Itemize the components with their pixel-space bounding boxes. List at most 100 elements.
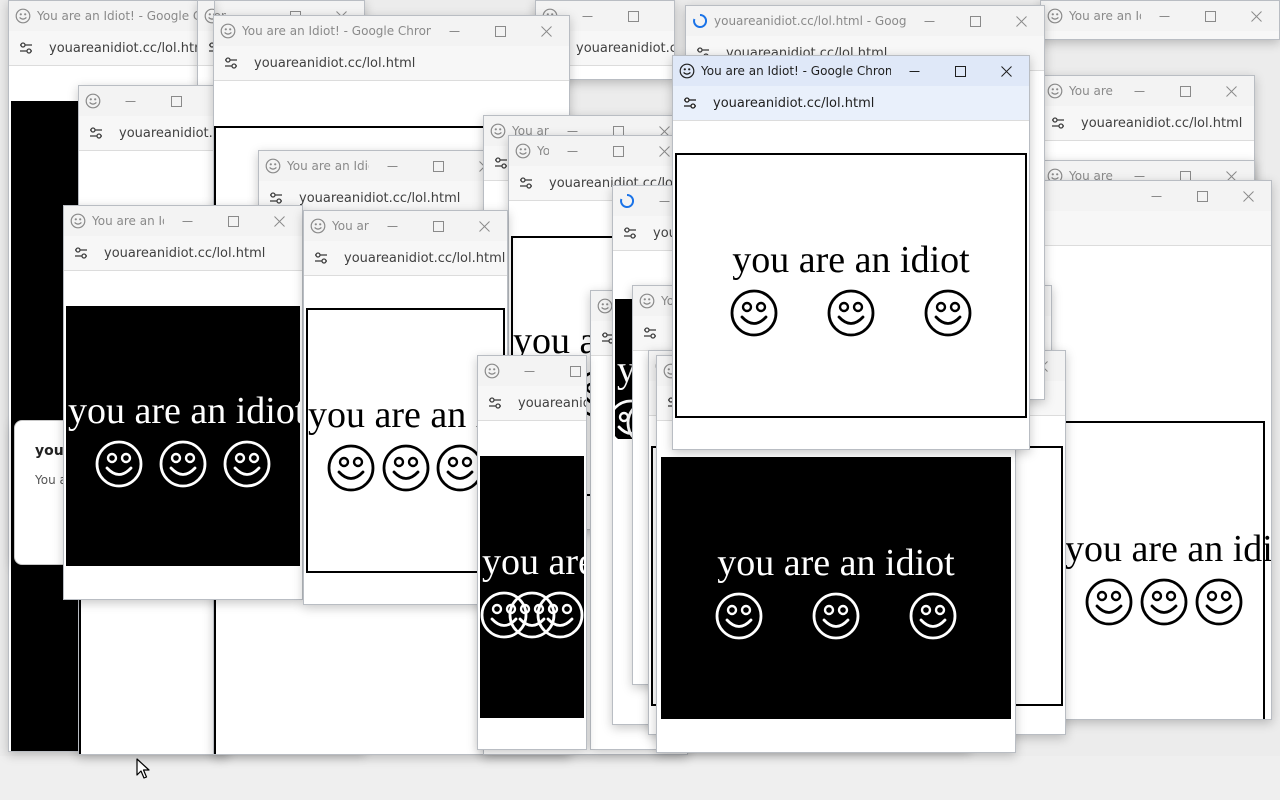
maximize-button[interactable] xyxy=(1162,76,1208,106)
smiley-row xyxy=(308,443,503,493)
smiley-row xyxy=(482,590,582,640)
minimize-button[interactable] xyxy=(107,86,153,116)
minimize-button[interactable] xyxy=(506,356,552,386)
address-bar[interactable]: youareanidiot.cc/lol.html xyxy=(198,31,214,66)
smiley-favicon-icon xyxy=(515,143,531,159)
browser-window[interactable]: You are an Idiot! - Google Chrome youarea… xyxy=(63,205,303,600)
title-bar[interactable]: You are an Idiot! - Google Chrome xyxy=(259,151,507,181)
minimize-icon xyxy=(659,196,670,207)
tune-icon[interactable] xyxy=(1051,116,1065,130)
tune-icon[interactable] xyxy=(314,251,328,265)
smiling-face-icon xyxy=(923,288,973,338)
address-bar[interactable]: youareanidiot.cc/lol.html xyxy=(304,241,507,276)
tune-icon[interactable] xyxy=(488,396,502,410)
address-bar[interactable]: youareanidiot.cc/lol.html xyxy=(478,386,586,421)
title-bar[interactable]: You are an Idiot! - Google Chrome xyxy=(304,211,507,241)
minimize-icon xyxy=(1134,86,1145,97)
smiley-row xyxy=(68,439,298,489)
title-bar[interactable]: You are an Idiot! - Google Chrome xyxy=(1041,76,1254,106)
close-icon xyxy=(674,11,676,22)
title-bar[interactable]: You are an Idiot! - Google Chrome xyxy=(198,1,214,31)
minimize-button[interactable] xyxy=(1141,1,1187,31)
close-button[interactable] xyxy=(1208,76,1254,106)
close-button[interactable] xyxy=(1233,1,1279,31)
close-button[interactable] xyxy=(256,206,302,236)
minimize-icon xyxy=(387,221,398,232)
idiot-panel: you are an idiot xyxy=(480,456,586,718)
minimize-button[interactable] xyxy=(549,136,595,166)
tune-icon[interactable] xyxy=(643,326,657,340)
tune-icon[interactable] xyxy=(89,126,103,140)
address-bar[interactable]: youareanidiot.cc/lol.html xyxy=(214,46,569,81)
close-button[interactable] xyxy=(998,6,1044,36)
minimize-button[interactable] xyxy=(369,211,415,241)
title-bar[interactable]: You are an Idiot! - Google Chrome xyxy=(673,56,1029,86)
title-bar[interactable]: You are an Idiot! - Google Chrome xyxy=(478,356,586,386)
close-icon xyxy=(659,146,670,157)
smiley-favicon-icon xyxy=(1047,8,1063,24)
minimize-button[interactable] xyxy=(564,1,610,31)
maximize-button[interactable] xyxy=(552,356,587,386)
maximize-icon xyxy=(171,96,182,107)
maximize-button[interactable] xyxy=(153,86,199,116)
address-bar[interactable]: youareanidiot.cc/lol.html xyxy=(64,236,302,271)
browser-window[interactable]: You are an Idiot! - Google Chrome youarea… xyxy=(1040,0,1280,40)
maximize-button[interactable] xyxy=(477,16,523,46)
address-bar[interactable]: youareanidiot.cc/lol.html xyxy=(1041,31,1279,39)
title-bar[interactable]: You are an Idiot! - Google Chrome xyxy=(1041,1,1279,31)
minimize-button[interactable] xyxy=(1133,181,1179,211)
minimize-button[interactable] xyxy=(164,206,210,236)
browser-window[interactable]: You are an Idiot! - Google Chrome youarea… xyxy=(477,355,587,750)
tune-icon[interactable] xyxy=(74,246,88,260)
close-button[interactable] xyxy=(1225,181,1271,211)
maximize-icon xyxy=(433,161,444,172)
close-button[interactable] xyxy=(523,16,569,46)
window-title: You are an Idiot! - Google Chrome xyxy=(1069,9,1141,23)
smiley-favicon-icon xyxy=(310,218,326,234)
idiot-panel: you are an idiot xyxy=(661,457,1011,719)
maximize-icon xyxy=(970,16,981,27)
maximize-button[interactable] xyxy=(595,136,641,166)
tune-icon[interactable] xyxy=(19,41,33,55)
address-bar[interactable]: youareanidiot.cc/lol.html xyxy=(673,86,1029,121)
minimize-button[interactable] xyxy=(431,16,477,46)
minimize-button[interactable] xyxy=(891,56,937,86)
browser-window[interactable]: You are an Idiot! - Google Chrome youarea… xyxy=(672,55,1030,450)
close-icon xyxy=(541,26,552,37)
window-title: youareanidiot.cc/lol.html - Google... xyxy=(714,14,906,28)
minimize-button[interactable] xyxy=(369,151,415,181)
minimize-button[interactable] xyxy=(906,6,952,36)
tune-icon[interactable] xyxy=(623,226,637,240)
headline-text: you are an idiot xyxy=(308,394,507,436)
tune-icon[interactable] xyxy=(683,96,697,110)
title-bar[interactable]: You are an Idiot! - Google Chrome xyxy=(509,136,687,166)
maximize-button[interactable] xyxy=(937,56,983,86)
maximize-icon xyxy=(955,66,966,77)
maximize-button[interactable] xyxy=(415,211,461,241)
minimize-icon xyxy=(1151,191,1162,202)
address-bar[interactable]: youareanidiot.cc/lol.html xyxy=(79,116,227,151)
title-bar[interactable]: You are an Idiot! - Google Chrome xyxy=(79,86,227,116)
maximize-button[interactable] xyxy=(610,1,656,31)
maximize-button[interactable] xyxy=(210,206,256,236)
maximize-button[interactable] xyxy=(952,6,998,36)
title-bar[interactable]: You are an Idiot! - Google Chrome xyxy=(214,16,569,46)
close-button[interactable] xyxy=(461,211,507,241)
tune-icon[interactable] xyxy=(494,156,508,170)
maximize-button[interactable] xyxy=(1187,1,1233,31)
address-bar[interactable]: youareanidiot.cc/lol.html xyxy=(1041,106,1254,141)
title-bar[interactable]: You are an Idiot! - Google Chrome xyxy=(64,206,302,236)
close-button[interactable] xyxy=(656,1,675,31)
maximize-button[interactable] xyxy=(1179,181,1225,211)
window-controls xyxy=(107,86,228,116)
maximize-button[interactable] xyxy=(415,151,461,181)
title-bar[interactable]: youareanidiot.cc/lol.html - Google... xyxy=(686,6,1044,36)
close-button[interactable] xyxy=(983,56,1029,86)
smiley-favicon-icon xyxy=(679,63,695,79)
tune-icon[interactable] xyxy=(224,56,238,70)
smiley-favicon-icon xyxy=(220,23,236,39)
smiling-face-icon xyxy=(811,591,861,641)
minimize-button[interactable] xyxy=(1116,76,1162,106)
tune-icon[interactable] xyxy=(269,191,283,205)
tune-icon[interactable] xyxy=(519,176,533,190)
